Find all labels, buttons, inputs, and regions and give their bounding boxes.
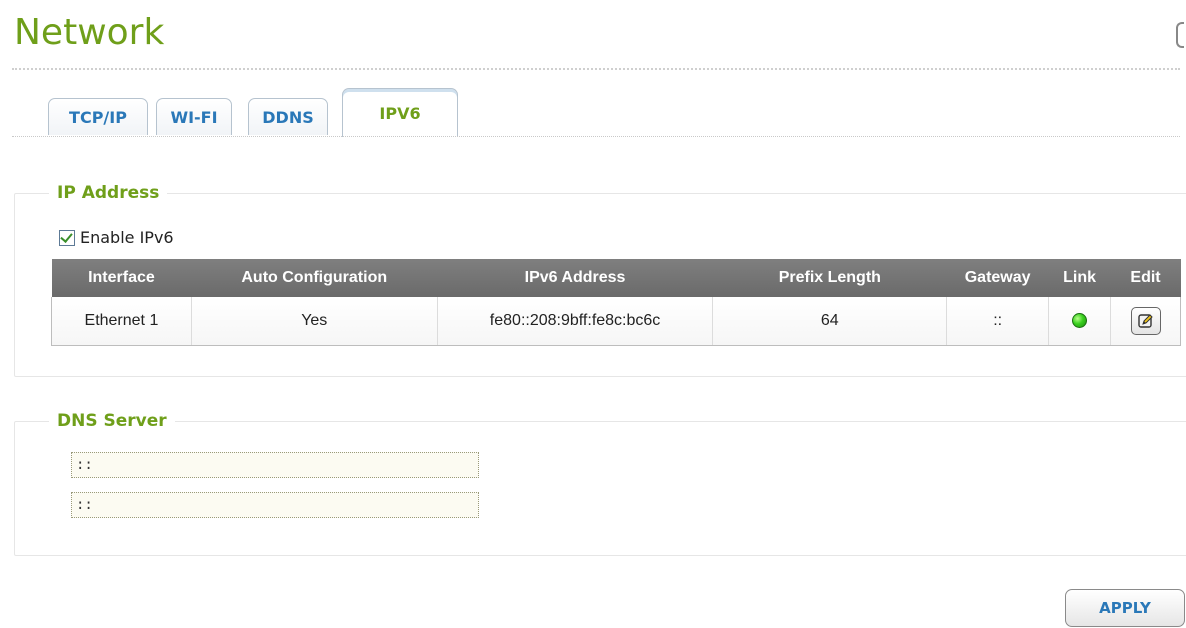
cell-edit: [1110, 297, 1181, 346]
network-settings-page: Network TCP/IP WI-FI DDNS IPV6 IP Addres…: [0, 0, 1186, 628]
dns-server-2-input[interactable]: [71, 492, 479, 518]
ip-address-section: IP Address Enable IPv6 Interface Auto Co…: [14, 182, 1186, 377]
tab-divider: [12, 136, 1180, 137]
column-header-edit: Edit: [1110, 259, 1181, 297]
cell-interface: Ethernet 1: [51, 297, 192, 346]
column-header-interface: Interface: [51, 259, 192, 297]
dns-server-legend: DNS Server: [49, 410, 175, 432]
column-header-ipv6-address: IPv6 Address: [437, 259, 713, 297]
column-header-link: Link: [1048, 259, 1111, 297]
column-header-gateway: Gateway: [946, 259, 1049, 297]
edit-icon: [1137, 314, 1153, 328]
tab-tcp-ip[interactable]: TCP/IP: [48, 98, 148, 135]
enable-ipv6-checkbox[interactable]: [59, 229, 75, 246]
ipv6-interface-table: Interface Auto Configuration IPv6 Addres…: [51, 259, 1181, 346]
enable-ipv6-label: Enable IPv6: [80, 228, 174, 247]
apply-button[interactable]: APPLY: [1065, 589, 1185, 627]
dns-server-section: DNS Server: [14, 410, 1186, 556]
cell-auto-configuration: Yes: [191, 297, 438, 346]
tab-ipv6[interactable]: IPV6: [342, 88, 458, 137]
edit-button[interactable]: [1130, 307, 1161, 335]
help-icon[interactable]: [1176, 22, 1184, 48]
tab-ddns[interactable]: DDNS: [248, 98, 328, 135]
cell-link: [1048, 297, 1112, 346]
enable-ipv6-row: Enable IPv6: [59, 228, 174, 247]
link-status-icon: [1072, 313, 1088, 329]
page-title: Network: [14, 12, 165, 53]
dns-server-1-input[interactable]: [71, 452, 479, 478]
table-row: Ethernet 1 Yes fe80::208:9bff:fe8c:bc6c …: [51, 297, 1181, 346]
title-divider: [12, 68, 1180, 70]
cell-prefix-length: 64: [712, 297, 948, 346]
cell-ipv6-address: fe80::208:9bff:fe8c:bc6c: [437, 297, 714, 346]
tab-wi-fi[interactable]: WI-FI: [156, 98, 232, 135]
table-header-row: Interface Auto Configuration IPv6 Addres…: [51, 259, 1181, 297]
cell-gateway: ::: [946, 297, 1050, 346]
ip-address-legend: IP Address: [49, 182, 168, 204]
column-header-prefix-length: Prefix Length: [712, 259, 947, 297]
column-header-auto-configuration: Auto Configuration: [191, 259, 438, 297]
